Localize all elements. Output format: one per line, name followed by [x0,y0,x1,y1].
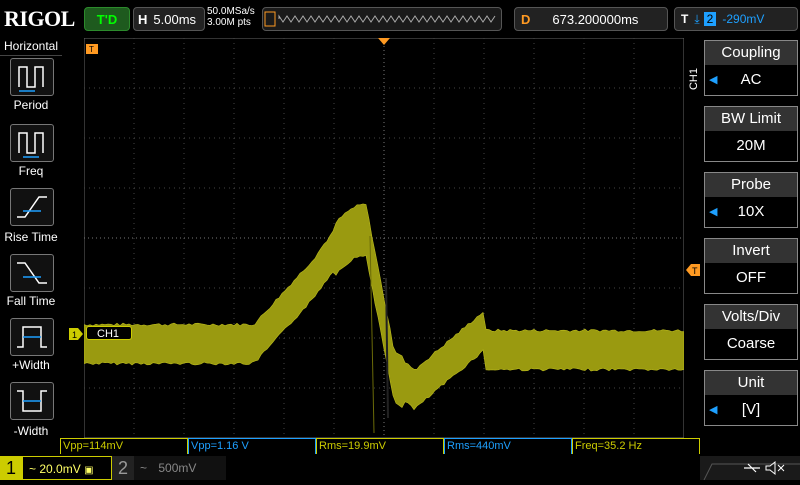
channel-indicator: CH1 [688,68,700,91]
timebase-label: H [138,11,148,27]
positive-width-icon [17,326,47,348]
measurement-item: Vpp=114mV [60,438,188,454]
menu-option-value: AC [740,71,762,88]
delay-value: 673.200000ms [552,11,639,27]
rise-time-icon [17,196,47,218]
period-icon [18,66,44,92]
menu-option-value: [V] [741,401,761,418]
rigol-logo: RIGOL [4,6,75,31]
menu-title-3: Invert [704,238,798,264]
rise-time-label: Rise Time [4,230,58,244]
timebase-value: 5.00ms [153,11,197,27]
bw-limit-icon: ▣ [84,465,94,476]
trigger-level-marker[interactable]: T [686,264,700,276]
fall-time-icon [17,262,47,284]
measurement-item: Freq=35.2 Hz [572,438,700,454]
select-arrow-icon: ◀ [709,206,718,218]
menu-option-1[interactable]: 20M [704,131,798,162]
freq-button[interactable] [10,124,54,162]
trigger-display[interactable]: T ⤓ 2 -290mV [674,7,798,31]
freq-icon [18,132,44,158]
select-arrow-icon: ◀ [709,404,718,416]
ch1-scale-value: 20.0mV [39,462,81,476]
trigger-label: T [681,12,689,26]
period-label: Period [13,98,49,112]
menu-option-3[interactable]: OFF [704,263,798,294]
ch2-button[interactable]: 2 [112,456,134,480]
ac-coupling-icon: ~ [140,461,148,475]
negative-width-icon [17,390,47,412]
ch2-scale-value: 500mV [158,461,197,475]
svg-text:T: T [692,266,698,276]
menu-option-value: Coarse [726,335,776,352]
menu-option-value: 20M [736,137,766,154]
menu-title-0: Coupling [704,40,798,66]
menu-title-1: BW Limit [704,106,798,132]
menu-option-0[interactable]: ◀ AC [704,65,798,96]
measurement-item: Rms=440mV [444,438,572,454]
delay-display[interactable]: D 673.200000ms [514,7,668,31]
menu-title-2: Probe [704,172,798,198]
ch1-button[interactable]: 1 [0,456,22,480]
trigger-level: -290mV [722,12,765,26]
trigger-edge-icon: ⤓ [694,11,700,26]
ac-coupling-icon: ~ [29,462,37,476]
menu-option-2[interactable]: ◀ 10X [704,197,798,228]
menu-option-value: OFF [736,269,766,286]
positive-width-button[interactable] [10,318,54,356]
negative-width-button[interactable] [10,382,54,420]
select-arrow-icon: ◀ [709,74,718,86]
period-button[interactable] [10,58,54,96]
rise-time-button[interactable] [10,188,54,226]
menu-title-5: Unit [704,370,798,396]
measurement-item: Rms=19.9mV [316,438,444,454]
menu-title-4: Volts/Div [704,304,798,330]
sample-rate: 50.0MSa/s [207,6,255,17]
ch1-scale-display[interactable]: ~ 20.0mV ▣ [22,456,112,480]
waveform-display[interactable] [84,38,684,438]
acquisition-info: 50.0MSa/s 3.00M pts [207,6,255,28]
ch2-scale-display[interactable]: ~ 500mV [134,456,226,480]
menu-option-5[interactable]: ◀ [V] [704,395,798,426]
svg-text:1: 1 [72,330,77,340]
system-status-icons [703,460,800,481]
trigger-source: 2 [703,12,717,26]
timebase-display[interactable]: H 5.00ms [133,7,205,31]
ch1-offset-marker[interactable]: 1 [69,328,83,340]
memory-overview-bar[interactable] [262,7,502,31]
svg-text:T: T [89,45,94,54]
trigger-time-arrow-icon [378,38,390,45]
fall-time-label: Fall Time [6,294,56,308]
trigger-status-badge: T'D [84,7,130,31]
negative-width-label: -Width [13,424,49,438]
measurement-item: Vpp=1.16 V [188,438,316,454]
fall-time-button[interactable] [10,254,54,292]
delay-label: D [521,11,531,27]
menu-option-value: 10X [737,203,765,220]
horizontal-menu-title: Horizontal [0,39,62,56]
freq-label: Freq [18,164,44,178]
trigger-position-marker: T [86,44,98,54]
usb-icon [744,463,760,473]
memory-waveform-preview [264,11,496,27]
ch1-label-tag: CH1 [86,326,132,340]
system-status-area [700,456,800,481]
menu-option-4[interactable]: Coarse [704,329,798,360]
memory-depth: 3.00M pts [207,17,251,28]
positive-width-label: +Width [12,358,50,372]
